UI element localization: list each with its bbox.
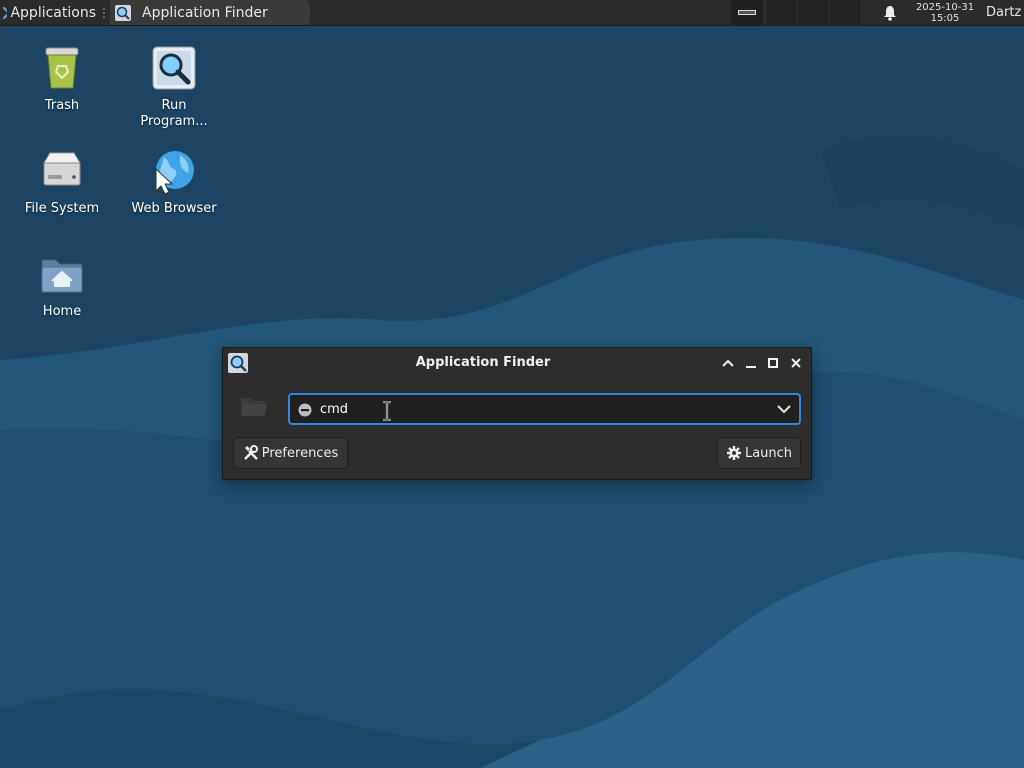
preferences-label: Preferences [261, 445, 339, 461]
desktop-icon-label: Web Browser [131, 201, 217, 216]
launch-button[interactable]: Launch [717, 437, 801, 469]
desktop-icon-web-browser[interactable]: Web Browser [124, 147, 224, 217]
maximize-icon [768, 358, 778, 368]
application-finder-icon [115, 4, 131, 21]
window-minimize-button[interactable] [741, 353, 761, 373]
desktop-icon-label: Run Program... [140, 98, 208, 129]
desktop: Applications ⋮ Application Finder 2025-1… [0, 0, 1024, 768]
launch-label: Launch [744, 445, 793, 461]
show-desktop-icon [738, 10, 756, 15]
command-combobox[interactable] [288, 393, 801, 425]
desktop-icon-label: Home [42, 304, 82, 319]
desktop-icon-file-system[interactable]: File System [12, 147, 112, 217]
workspace-2[interactable] [797, 0, 829, 25]
window-maximize-button[interactable] [763, 353, 783, 373]
workspace-1[interactable] [765, 0, 797, 25]
home-folder-icon [41, 259, 83, 293]
gear-icon [726, 446, 741, 460]
notifications-button[interactable] [878, 0, 902, 25]
preferences-tools-icon [243, 445, 258, 460]
workspace-3[interactable] [829, 0, 861, 25]
xfce-logo-icon [2, 6, 8, 19]
trash-icon [45, 47, 79, 89]
desktop-icon-label: File System [24, 201, 100, 216]
globe-icon [155, 151, 194, 195]
top-panel: Applications ⋮ Application Finder 2025-1… [0, 0, 1024, 26]
show-desktop-button[interactable] [731, 0, 763, 25]
clock-time: 15:05 [930, 12, 960, 24]
close-icon [791, 358, 801, 368]
desktop-icon-home[interactable]: Home [12, 250, 112, 320]
applications-menu-button[interactable]: Applications ⋮ [0, 0, 110, 25]
minimize-icon [746, 366, 756, 368]
window-close-button[interactable] [786, 353, 806, 373]
clock[interactable]: 2025-10-31 15:05 [908, 0, 982, 25]
clock-date: 2025-10-31 [915, 1, 975, 13]
window-shade-button[interactable] [718, 353, 738, 373]
application-finder-window: Application Finder cmd Preferences Launc… [222, 347, 812, 480]
panel-separator-handle: ⋮ [98, 5, 110, 20]
applications-label: Applications [10, 4, 96, 21]
hard-drive-icon [43, 152, 81, 186]
chevron-up-icon [722, 359, 734, 367]
chevron-down-icon[interactable] [775, 401, 793, 417]
desktop-icon-label: Trash [44, 98, 80, 113]
bell-icon [884, 5, 896, 21]
taskbar-item-application-finder[interactable]: Application Finder [110, 0, 310, 25]
clear-icon[interactable] [298, 403, 312, 417]
run-program-icon [152, 46, 196, 90]
window-titlebar[interactable]: Application Finder [223, 348, 811, 378]
taskbar-item-label: Application Finder [142, 4, 268, 21]
preferences-button[interactable]: Preferences [233, 437, 348, 469]
user-menu-button[interactable]: Dartz [986, 0, 1024, 25]
desktop-icon-trash[interactable]: Trash [12, 44, 112, 114]
desktop-icon-run-program[interactable]: Run Program... [124, 44, 224, 130]
window-title: Application Finder [415, 355, 551, 370]
text-cursor-icon [383, 401, 391, 421]
executable-icon [241, 398, 267, 416]
